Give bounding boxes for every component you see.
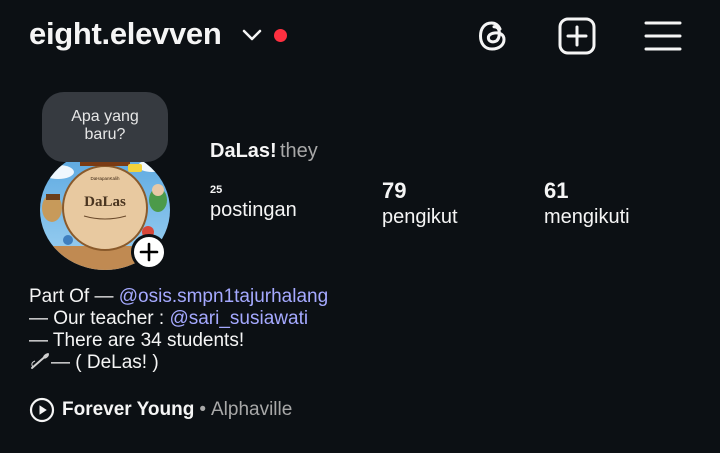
profile-username[interactable]: eight.elevven bbox=[29, 16, 222, 52]
chevron-down-icon[interactable] bbox=[241, 25, 263, 45]
new-post-icon[interactable] bbox=[557, 16, 597, 56]
note-line-1: Apa yang bbox=[71, 108, 139, 125]
threads-icon[interactable] bbox=[473, 16, 513, 56]
profile-music[interactable]: Forever Young • Alphaville bbox=[29, 396, 292, 424]
bio-line-4-text: — ( DeLas! ) bbox=[51, 352, 159, 373]
play-icon[interactable] bbox=[29, 397, 55, 423]
notification-dot bbox=[274, 29, 287, 42]
bio-line-1: Part Of — @osis.smpn1tajurhalang bbox=[29, 286, 328, 308]
bio-line-3: — There are 34 students! bbox=[29, 330, 245, 351]
avatar-sign-top: DaHapanKalih bbox=[90, 176, 120, 181]
bio-line-2-text: — Our teacher : bbox=[29, 308, 170, 329]
mention-link-teacher[interactable]: @sari_susiawati bbox=[169, 308, 308, 329]
bio: Part Of — @osis.smpn1tajurhalang — Our t… bbox=[29, 286, 328, 374]
bio-line-1-text: Part Of — bbox=[29, 286, 119, 307]
followers-label[interactable]: pengikut bbox=[382, 206, 458, 229]
following-count[interactable]: 61 bbox=[544, 178, 568, 204]
note-bubble[interactable]: Apa yang baru? bbox=[42, 92, 168, 162]
menu-icon[interactable] bbox=[643, 16, 683, 56]
following-label[interactable]: mengikuti bbox=[544, 206, 630, 229]
note-line-2: baru? bbox=[84, 126, 126, 143]
needle-icon bbox=[31, 353, 49, 369]
song-artist[interactable]: Alphaville bbox=[211, 399, 292, 421]
followers-count[interactable]: 79 bbox=[382, 178, 406, 204]
pronouns: they bbox=[280, 140, 318, 162]
bio-line-4: — ( DeLas! ) bbox=[29, 352, 328, 374]
display-name: DaLas! bbox=[210, 140, 277, 162]
avatar-sign-title: DaLas bbox=[84, 194, 126, 210]
bio-line-2: — Our teacher : @sari_susiawati bbox=[29, 308, 328, 330]
posts-count[interactable]: 25 bbox=[210, 184, 222, 196]
song-title[interactable]: Forever Young bbox=[62, 399, 194, 421]
song-separator: • bbox=[199, 399, 206, 420]
mention-link-osis[interactable]: @osis.smpn1tajurhalang bbox=[119, 286, 328, 307]
plus-icon[interactable] bbox=[131, 234, 167, 270]
posts-label[interactable]: postingan bbox=[210, 199, 297, 222]
